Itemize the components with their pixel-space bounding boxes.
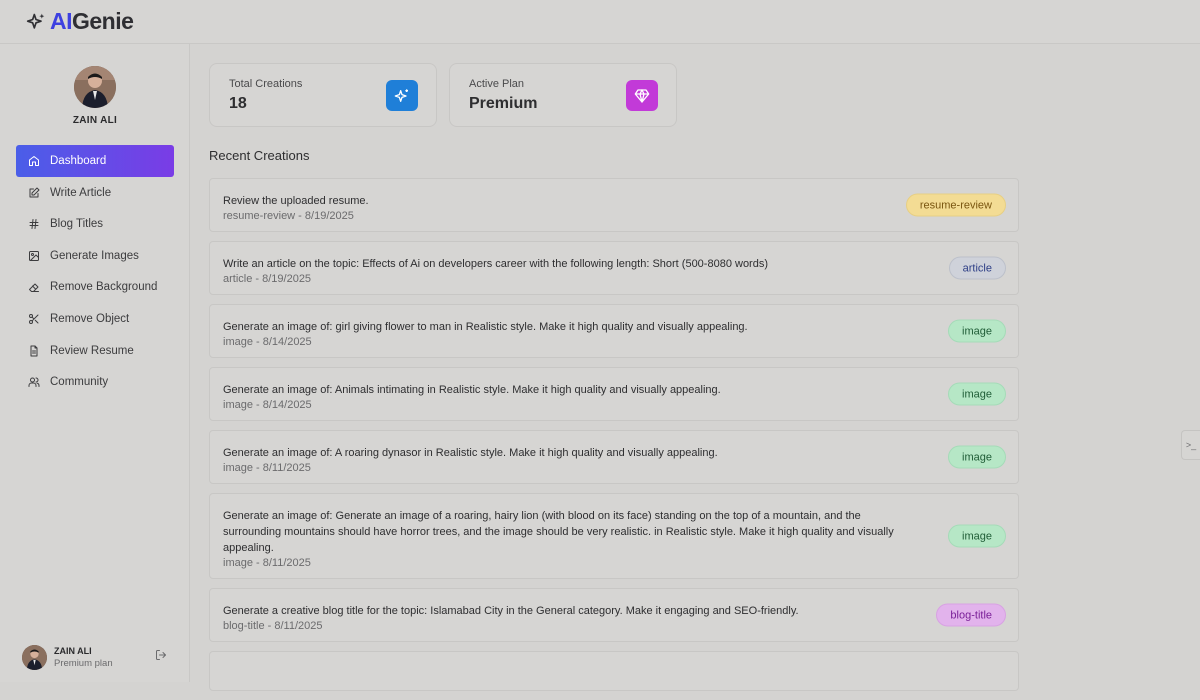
- stat-label: Active Plan: [469, 78, 525, 90]
- image-icon: [29, 250, 39, 261]
- stat-value: Premium: [469, 95, 538, 112]
- footer-user-info: ZAIN ALI Premium plan: [54, 646, 113, 669]
- sidebar-item-label: Generate Images: [50, 249, 139, 262]
- sparkle-logo-icon: [26, 13, 45, 29]
- sparkles-icon: [386, 80, 418, 111]
- edit-icon: [29, 187, 40, 198]
- profile-name: ZAIN ALI: [72, 115, 118, 126]
- sidebar: ZAIN ALI Dashboard Write Article Blog Ti…: [0, 44, 190, 682]
- sidebar-item-label: Review Resume: [50, 344, 134, 357]
- stat-card-total-creations: Total Creations 18: [209, 63, 437, 127]
- type-badge: image: [948, 445, 1006, 469]
- profile-avatar[interactable]: [74, 66, 116, 108]
- type-badge: image: [948, 524, 1006, 548]
- list-item[interactable]: Generate an image of: girl giving flower…: [209, 304, 1019, 358]
- list-item[interactable]: Review the uploaded resume. resume-revie…: [209, 178, 1019, 232]
- type-badge: article: [948, 256, 1006, 280]
- top-bar: AI Genie: [0, 0, 1200, 44]
- creation-meta: image - 8/11/2025: [223, 462, 311, 474]
- list-item[interactable]: Generate a creative blog title for the t…: [209, 588, 1019, 642]
- footer-avatar[interactable]: [22, 644, 47, 670]
- home-icon: [29, 156, 39, 166]
- sidebar-item-review-resume[interactable]: Review Resume: [16, 335, 174, 367]
- file-text-icon: [30, 345, 38, 357]
- sidebar-item-label: Remove Object: [50, 313, 130, 326]
- sidebar-item-dashboard[interactable]: Dashboard: [16, 145, 174, 177]
- footer-user-name: ZAIN ALI: [54, 645, 92, 656]
- creation-meta: image - 8/14/2025: [223, 336, 312, 348]
- sidebar-item-remove-object[interactable]: Remove Object: [16, 303, 174, 335]
- list-item[interactable]: Generate an image of: Animals intimating…: [209, 367, 1019, 421]
- sidebar-item-remove-background[interactable]: Remove Background: [16, 271, 174, 303]
- type-badge: blog-title: [936, 603, 1006, 627]
- terminal-icon: >_: [1185, 440, 1197, 450]
- creation-title: Review the uploaded resume.: [223, 195, 369, 207]
- creation-meta: resume-review - 8/19/2025: [223, 210, 354, 222]
- sidebar-item-blog-titles[interactable]: Blog Titles: [16, 208, 174, 240]
- creation-title: Generate an image of: Generate an image …: [223, 510, 894, 554]
- creation-meta: blog-title - 8/11/2025: [223, 620, 323, 632]
- sidebar-item-label: Community: [50, 376, 109, 389]
- stat-card-active-plan: Active Plan Premium: [449, 63, 677, 127]
- devtools-edge-tab[interactable]: >_: [1181, 430, 1200, 460]
- main-content: Total Creations 18 Active Plan Premium R…: [191, 44, 1200, 691]
- sidebar-item-label: Remove Background: [50, 281, 158, 294]
- list-item[interactable]: [209, 651, 1019, 691]
- section-title-recent-creations: Recent Creations: [209, 148, 310, 163]
- list-item[interactable]: Generate an image of: A roaring dynasor …: [209, 430, 1019, 484]
- logout-icon[interactable]: [155, 649, 167, 661]
- stat-value: 18: [229, 95, 247, 112]
- sidebar-item-generate-images[interactable]: Generate Images: [16, 240, 174, 272]
- logo-text-ai: AI: [50, 8, 73, 34]
- gem-icon: [626, 80, 658, 111]
- recent-creations-list: Review the uploaded resume. resume-revie…: [209, 178, 1019, 700]
- footer-user-plan: Premium plan: [54, 657, 113, 669]
- creation-meta: image - 8/14/2025: [223, 399, 312, 411]
- sidebar-item-write-article[interactable]: Write Article: [16, 177, 174, 209]
- sidebar-user-footer: ZAIN ALI Premium plan: [22, 643, 172, 671]
- creation-title: Generate an image of: A roaring dynasor …: [223, 447, 718, 459]
- list-item[interactable]: Write an article on the topic: Effects o…: [209, 241, 1019, 295]
- creation-title: Write an article on the topic: Effects o…: [223, 258, 768, 270]
- sidebar-nav: Dashboard Write Article Blog Titles Gene…: [16, 145, 174, 398]
- sidebar-item-label: Dashboard: [50, 155, 107, 167]
- sidebar-item-label: Blog Titles: [50, 218, 104, 231]
- creation-meta: article - 8/19/2025: [223, 273, 312, 285]
- hash-icon: [29, 219, 39, 230]
- scissors-icon: [29, 314, 39, 325]
- creation-title: Generate a creative blog title for the t…: [223, 605, 799, 617]
- creation-meta: image - 8/11/2025: [223, 557, 311, 569]
- users-icon: [28, 377, 40, 388]
- eraser-icon: [29, 283, 39, 293]
- type-badge: image: [948, 319, 1006, 343]
- list-item[interactable]: Generate an image of: Generate an image …: [209, 493, 1019, 579]
- type-badge: resume-review: [905, 193, 1006, 217]
- sidebar-item-label: Write Article: [50, 186, 112, 199]
- sidebar-item-community[interactable]: Community: [16, 366, 174, 398]
- logo-text-genie: Genie: [72, 8, 134, 34]
- type-badge: image: [948, 382, 1006, 406]
- creation-title: Generate an image of: girl giving flower…: [223, 321, 748, 333]
- creation-title: Generate an image of: Animals intimating…: [223, 384, 721, 396]
- stat-label: Total Creations: [229, 78, 303, 90]
- app-logo[interactable]: AI Genie: [26, 8, 134, 35]
